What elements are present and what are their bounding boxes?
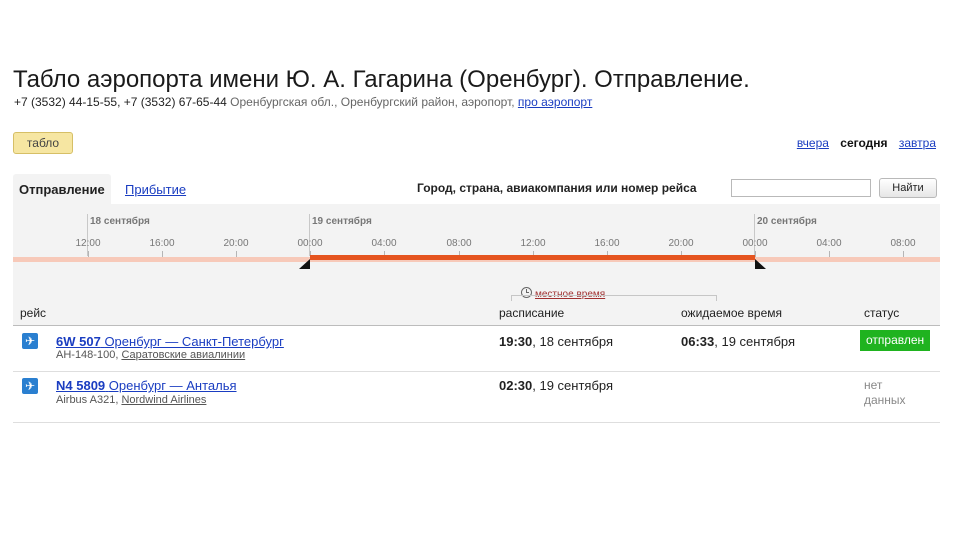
- expected-time-value: 06:33: [681, 334, 715, 349]
- status-line: нет: [864, 378, 883, 392]
- tab-departure[interactable]: Отправление: [13, 174, 111, 204]
- flight-route[interactable]: Оренбург — Анталья: [109, 378, 237, 393]
- range-start-handle[interactable]: [299, 259, 310, 269]
- tick-label: 20:00: [223, 238, 249, 249]
- table-row[interactable]: ✈ 6W 507 Оренбург — Санкт-Петербург АН-1…: [13, 326, 940, 372]
- tick-label: 12:00: [520, 238, 546, 249]
- airport-address: Оренбургская обл., Оренбургский район, а…: [230, 95, 515, 109]
- page-title: Табло аэропорта имени Ю. А. Гагарина (Ор…: [13, 66, 750, 93]
- scheduled-time-value: 02:30: [499, 378, 533, 393]
- status-line: данных: [864, 393, 906, 407]
- range-end-handle[interactable]: [755, 259, 766, 269]
- tick-label: 08:00: [446, 238, 472, 249]
- tick-label: 08:00: [890, 238, 916, 249]
- scheduled-time: 19:30, 18 сентября: [499, 334, 613, 349]
- flight-details: АН-148-100, Саратовские авиалинии: [56, 349, 245, 361]
- column-expected: ожидаемое время: [681, 306, 783, 320]
- table-row[interactable]: ✈ N4 5809 Оренбург — Анталья Airbus A321…: [13, 372, 940, 423]
- phone-numbers: +7 (3532) 44-15-55, +7 (3532) 67-65-44: [14, 95, 227, 109]
- timeline[interactable]: 18 сентября 19 сентября 20 сентября 12:0…: [13, 204, 940, 279]
- flight-number[interactable]: N4 5809: [56, 378, 105, 393]
- airline-link[interactable]: Nordwind Airlines: [121, 394, 206, 406]
- time-columns-bracket: [511, 295, 717, 301]
- search-input[interactable]: [731, 179, 871, 197]
- day-switch: вчера сегодня завтра: [789, 136, 936, 150]
- aircraft-type: АН-148-100,: [56, 349, 119, 361]
- column-status: статус: [864, 306, 900, 320]
- timeline-date-2: 19 сентября: [312, 216, 372, 227]
- tomorrow-link[interactable]: завтра: [899, 136, 936, 150]
- tablo-button[interactable]: табло: [13, 132, 73, 154]
- expected-time: 06:33, 19 сентября: [681, 334, 795, 349]
- tick-label: 12:00: [75, 238, 101, 249]
- aircraft-type: Airbus A321,: [56, 394, 119, 406]
- tab-arrival[interactable]: Прибытие: [125, 174, 186, 206]
- airport-contacts: +7 (3532) 44-15-55, +7 (3532) 67-65-44 О…: [14, 95, 592, 109]
- tick-label: 20:00: [668, 238, 694, 249]
- day-divider: [309, 214, 310, 256]
- status-no-data: нет данных: [864, 378, 906, 408]
- scheduled-date: , 18 сентября: [532, 334, 614, 349]
- airplane-icon: ✈: [22, 378, 38, 394]
- airline-link[interactable]: Саратовские авиалинии: [121, 349, 245, 361]
- about-airport-link[interactable]: про аэропорт: [518, 95, 592, 109]
- search-label: Город, страна, авиакомпания или номер ре…: [417, 181, 697, 195]
- tick-label: 16:00: [149, 238, 175, 249]
- airplane-icon: ✈: [22, 333, 38, 349]
- tick-label: 00:00: [742, 238, 768, 249]
- flight-link[interactable]: 6W 507 Оренбург — Санкт-Петербург: [56, 334, 284, 349]
- column-flight: рейс: [20, 306, 47, 320]
- today-label: сегодня: [840, 136, 888, 150]
- flight-details: Airbus A321, Nordwind Airlines: [56, 394, 206, 406]
- day-divider: [87, 214, 88, 256]
- tick-label: 04:00: [816, 238, 842, 249]
- timeline-selected-range: [310, 255, 755, 260]
- flight-number[interactable]: 6W 507: [56, 334, 101, 349]
- scheduled-time-value: 19:30: [499, 334, 533, 349]
- timeline-date-3: 20 сентября: [757, 216, 817, 227]
- scheduled-time: 02:30, 19 сентября: [499, 378, 613, 393]
- tick-label: 00:00: [297, 238, 323, 249]
- table-header: местное время рейс расписание ожидаемое …: [13, 279, 940, 326]
- search-button[interactable]: Найти: [879, 178, 937, 198]
- tick-label: 16:00: [594, 238, 620, 249]
- yesterday-link[interactable]: вчера: [797, 136, 829, 150]
- expected-date: , 19 сентября: [714, 334, 796, 349]
- flight-route[interactable]: Оренбург — Санкт-Петербург: [104, 334, 283, 349]
- column-schedule: расписание: [499, 306, 565, 320]
- flight-link[interactable]: N4 5809 Оренбург — Анталья: [56, 378, 237, 393]
- scheduled-date: , 19 сентября: [532, 378, 614, 393]
- timeline-date-1: 18 сентября: [90, 216, 150, 227]
- tick-label: 04:00: [371, 238, 397, 249]
- day-divider: [754, 214, 755, 256]
- status-badge: отправлен: [860, 330, 931, 351]
